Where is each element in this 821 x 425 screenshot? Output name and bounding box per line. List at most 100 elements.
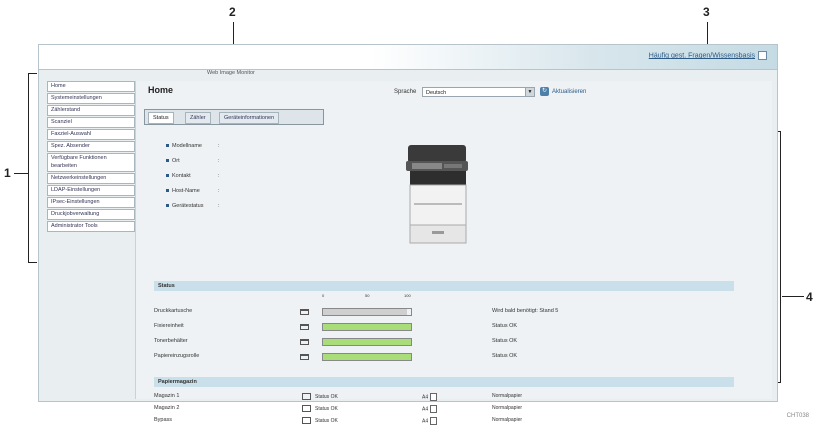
- paper-type: Normalpapier: [492, 405, 523, 411]
- paper-orientation-icon: [430, 393, 438, 401]
- refresh-icon[interactable]: ↻: [540, 87, 549, 96]
- info-separator: :: [218, 203, 220, 209]
- scale-label-50: 50: [365, 293, 370, 298]
- paper-row-status: Status OK: [302, 393, 338, 400]
- tab-bar: Status Zähler Geräteinformationen: [144, 109, 324, 125]
- info-contact: Kontakt :: [166, 173, 220, 179]
- paper-orientation-icon: [430, 405, 438, 413]
- scale-label-100: 100: [404, 293, 411, 298]
- paper-row-status: Status OK: [302, 405, 338, 412]
- callout-3: 3: [703, 5, 710, 19]
- info-location: Ort :: [166, 158, 220, 164]
- callout-2: 2: [229, 5, 236, 19]
- consumable-icon: [300, 324, 309, 330]
- page-title: Home: [148, 85, 174, 95]
- paper-row-label: Magazin 2: [154, 405, 180, 411]
- sidebar-item-system-settings[interactable]: Systemeinstellungen: [47, 93, 135, 104]
- language-value: Deutsch: [426, 90, 447, 96]
- info-model-name: Modellname :: [166, 143, 220, 149]
- chevron-down-icon[interactable]: ▼: [525, 88, 534, 96]
- sidebar-item-network-settings[interactable]: Netzwerkeinstellungen: [47, 173, 135, 184]
- level-bar: [322, 308, 412, 316]
- level-bar: [322, 353, 412, 361]
- consumable-icon: [300, 354, 309, 360]
- sidebar-item-admin-tools[interactable]: Administrator Tools: [47, 221, 135, 232]
- status-row-value: Status OK: [492, 323, 518, 329]
- paper-section-header: Papiermagazin: [154, 377, 734, 387]
- consumable-icon: [300, 339, 309, 345]
- status-row-value: Status OK: [492, 338, 518, 344]
- figure-code: CHT038: [786, 413, 809, 419]
- info-label: Kontakt: [172, 173, 191, 179]
- browser-screen: Häufig gest. Fragen/Wissensbasis Web Ima…: [38, 44, 778, 425]
- bullet-icon: [166, 144, 169, 148]
- level-bar: [322, 338, 412, 346]
- status-section-header: Status: [154, 281, 734, 291]
- scale-label-0: 0: [322, 293, 325, 298]
- level-bar-fill: [323, 339, 411, 345]
- sidebar-item-ldap-settings[interactable]: LDAP-Einstellungen: [47, 185, 135, 196]
- sidebar-item-home[interactable]: Home: [47, 81, 135, 92]
- paper-type: Normalpapier: [492, 393, 523, 399]
- paper-size-text: A4: [422, 406, 429, 413]
- info-label: Host-Name: [172, 188, 200, 194]
- level-bar: [322, 323, 412, 331]
- tray-icon: [302, 393, 311, 400]
- sidebar-item-special-sender[interactable]: Spez. Absender: [47, 141, 135, 152]
- tab-device-info[interactable]: Geräteinformationen: [219, 112, 280, 124]
- callout-1-line: [14, 173, 28, 174]
- printer-image: [406, 145, 468, 244]
- callout-4-line: [782, 296, 804, 297]
- sidebar-item-scan-destination[interactable]: Scanziel: [47, 117, 135, 128]
- callout-1: 1: [4, 166, 11, 180]
- status-row-label: Papiereinzugsrolle: [154, 353, 200, 359]
- level-bar-fill: [323, 324, 411, 330]
- status-row-value: Wird bald benötigt: Stand 5: [492, 308, 559, 314]
- status-row-value: Status OK: [492, 353, 518, 359]
- status-row-label: Druckkartusche: [154, 308, 193, 314]
- paper-type: Normalpapier: [492, 417, 523, 423]
- help-link-label: Häufig gest. Fragen/Wissensbasis: [648, 52, 755, 60]
- paper-size: A4: [422, 417, 438, 425]
- sidebar-item-counter[interactable]: Zählerstand: [47, 105, 135, 116]
- paper-status-text: Status OK: [315, 405, 338, 412]
- info-label: Modellname: [172, 143, 202, 149]
- paper-status-text: Status OK: [315, 393, 338, 400]
- sidebar-item-available-functions[interactable]: Verfügbare Funktionen bearbeiten: [47, 153, 135, 172]
- bullet-icon: [166, 189, 169, 193]
- sidebar-item-fax-destination[interactable]: Faxziel-Auswahl: [47, 129, 135, 140]
- level-bar-fill: [323, 354, 411, 360]
- info-label: Ort: [172, 158, 180, 164]
- sidebar-item-ipsec-settings[interactable]: IPsec-Einstellungen: [47, 197, 135, 208]
- tab-status[interactable]: Status: [148, 112, 174, 124]
- help-link[interactable]: Häufig gest. Fragen/Wissensbasis: [649, 51, 767, 60]
- bullet-icon: [166, 204, 169, 208]
- paper-row-label: Magazin 1: [154, 393, 180, 399]
- bullet-icon: [166, 159, 169, 163]
- paper-orientation-icon: [430, 417, 438, 425]
- info-device-status: Gerätestatus :: [166, 203, 220, 209]
- status-row-label: Tonerbehälter: [154, 338, 188, 344]
- paper-size-text: A4: [422, 394, 429, 401]
- status-row-label: Fixiereinheit: [154, 323, 184, 329]
- tab-counter[interactable]: Zähler: [185, 112, 211, 124]
- bullet-icon: [166, 174, 169, 178]
- info-separator: :: [218, 143, 220, 149]
- info-separator: :: [218, 173, 220, 179]
- info-label: Gerätestatus: [172, 203, 204, 209]
- callout-4: 4: [806, 290, 813, 304]
- language-label: Sprache: [394, 89, 417, 95]
- sidebar-item-print-jobs[interactable]: Druckjobverwaltung: [47, 209, 135, 220]
- tray-icon: [302, 405, 311, 412]
- paper-size: A4: [422, 393, 438, 401]
- callout-1-bracket: [28, 73, 37, 263]
- header-bar: Häufig gest. Fragen/Wissensbasis: [39, 45, 777, 70]
- paper-row-label: Bypass: [154, 417, 173, 423]
- language-select[interactable]: Deutsch ▼: [422, 87, 535, 97]
- paper-size: A4: [422, 405, 438, 413]
- paper-size-text: A4: [422, 418, 429, 425]
- refresh-link[interactable]: Aktualisieren: [552, 89, 586, 95]
- level-bar-fill: [323, 309, 407, 315]
- help-icon[interactable]: [758, 51, 767, 60]
- info-separator: :: [218, 188, 220, 194]
